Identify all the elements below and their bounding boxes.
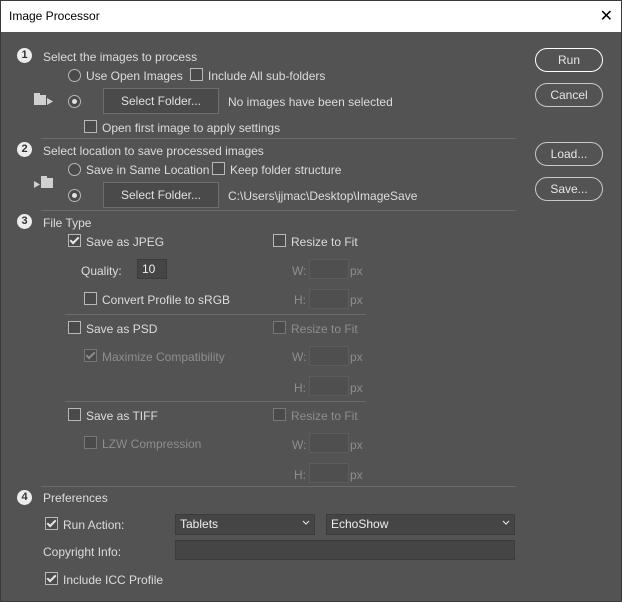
include-icc-label: Include ICC Profile (63, 573, 164, 587)
save-as-jpeg-checkbox[interactable] (68, 234, 81, 247)
jpeg-height-unit: px (350, 293, 363, 307)
jpeg-height-label: H: (294, 293, 306, 307)
include-subfolders-checkbox[interactable] (190, 68, 203, 81)
psd-resize-checkbox[interactable] (273, 321, 286, 334)
section4-heading: Preferences (43, 491, 108, 505)
include-subfolders-label: Include All sub-folders (208, 69, 326, 83)
convert-profile-checkbox[interactable] (84, 292, 97, 305)
divider-jpeg-psd (65, 314, 366, 315)
source-status-text: No images have been selected (228, 95, 393, 109)
action-set-select[interactable]: Tablets (175, 514, 315, 535)
use-open-images-label: Use Open Images (86, 69, 183, 83)
select-destination-folder-radio[interactable] (68, 189, 81, 202)
destination-path-text: C:\Users\jjmac\Desktop\ImageSave (228, 189, 418, 203)
tiff-height-unit: px (350, 468, 363, 482)
jpeg-width-unit: px (350, 264, 363, 278)
folder-destination-icon (34, 176, 53, 188)
divider-2 (41, 210, 516, 211)
lzw-compression-checkbox[interactable] (84, 436, 97, 449)
save-same-location-label: Save in Same Location (86, 163, 210, 177)
step-3-badge: 3 (17, 214, 32, 229)
keep-folder-structure-checkbox[interactable] (212, 162, 225, 175)
save-as-tiff-checkbox[interactable] (68, 408, 81, 421)
chevron-down-icon (502, 520, 510, 525)
load-button[interactable]: Load... (535, 142, 603, 166)
convert-profile-label: Convert Profile to sRGB (102, 293, 231, 307)
save-as-psd-label: Save as PSD (86, 322, 158, 336)
divider-1 (41, 138, 516, 139)
folder-source-icon (34, 93, 53, 105)
save-same-location-radio[interactable] (68, 163, 81, 176)
keep-folder-structure-label: Keep folder structure (230, 163, 342, 177)
tiff-height-input[interactable] (309, 463, 349, 483)
maximize-compatibility-checkbox[interactable] (84, 349, 97, 362)
psd-width-input[interactable] (309, 346, 349, 366)
step-4-badge: 4 (17, 490, 32, 505)
run-action-checkbox[interactable] (45, 517, 58, 530)
select-destination-folder-button[interactable]: Select Folder... (103, 182, 219, 208)
save-as-jpeg-label: Save as JPEG (86, 235, 165, 249)
section2-heading: Select location to save processed images (43, 144, 264, 158)
jpeg-resize-label: Resize to Fit (291, 235, 358, 249)
psd-resize-label: Resize to Fit (291, 322, 358, 336)
chevron-down-icon (302, 520, 310, 525)
select-source-folder-button[interactable]: Select Folder... (103, 88, 219, 114)
step-1-badge: 1 (17, 48, 32, 63)
psd-width-label: W: (292, 350, 307, 364)
psd-height-input[interactable] (309, 376, 349, 396)
lzw-compression-label: LZW Compression (102, 437, 202, 451)
window-title: Image Processor (9, 9, 100, 23)
select-source-folder-radio[interactable] (68, 95, 81, 108)
section3-heading: File Type (43, 216, 92, 230)
divider-psd-tiff (65, 401, 366, 402)
divider-3 (41, 486, 516, 487)
tiff-width-unit: px (350, 438, 363, 452)
tiff-height-label: H: (294, 468, 306, 482)
jpeg-width-label: W: (292, 264, 307, 278)
title-bar: Image Processor ✕ (1, 1, 621, 32)
quality-input[interactable]: 10 (137, 259, 167, 279)
action-set-value: Tablets (180, 517, 219, 531)
use-open-images-radio[interactable] (68, 69, 81, 82)
close-icon[interactable]: ✕ (600, 6, 613, 26)
section1-heading: Select the images to process (43, 50, 198, 64)
psd-height-label: H: (294, 381, 306, 395)
tiff-resize-checkbox[interactable] (273, 408, 286, 421)
image-processor-dialog: Image Processor ✕ 1 Select the images to… (0, 0, 622, 602)
maximize-compatibility-label: Maximize Compatibility (102, 350, 225, 364)
copyright-label: Copyright Info: (43, 545, 122, 559)
save-as-tiff-label: Save as TIFF (86, 409, 158, 423)
psd-width-unit: px (350, 350, 363, 364)
psd-height-unit: px (350, 381, 363, 395)
step-2-badge: 2 (17, 142, 32, 157)
copyright-input[interactable] (175, 540, 515, 560)
tiff-resize-label: Resize to Fit (291, 409, 358, 423)
save-as-psd-checkbox[interactable] (68, 321, 81, 334)
tiff-width-label: W: (292, 438, 307, 452)
tiff-width-input[interactable] (309, 433, 349, 453)
jpeg-width-input[interactable] (309, 259, 349, 279)
jpeg-height-input[interactable] (309, 289, 349, 309)
cancel-button[interactable]: Cancel (535, 83, 603, 107)
run-action-label: Run Action: (63, 518, 125, 532)
action-value: EchoShow (331, 517, 389, 531)
save-button[interactable]: Save... (535, 177, 603, 201)
jpeg-resize-checkbox[interactable] (273, 234, 286, 247)
run-button[interactable]: Run (535, 48, 603, 72)
include-icc-checkbox[interactable] (45, 572, 58, 585)
open-first-image-checkbox[interactable] (84, 120, 97, 133)
quality-label: Quality: (81, 264, 122, 278)
action-select[interactable]: EchoShow (326, 514, 515, 535)
open-first-image-label: Open first image to apply settings (102, 121, 281, 135)
